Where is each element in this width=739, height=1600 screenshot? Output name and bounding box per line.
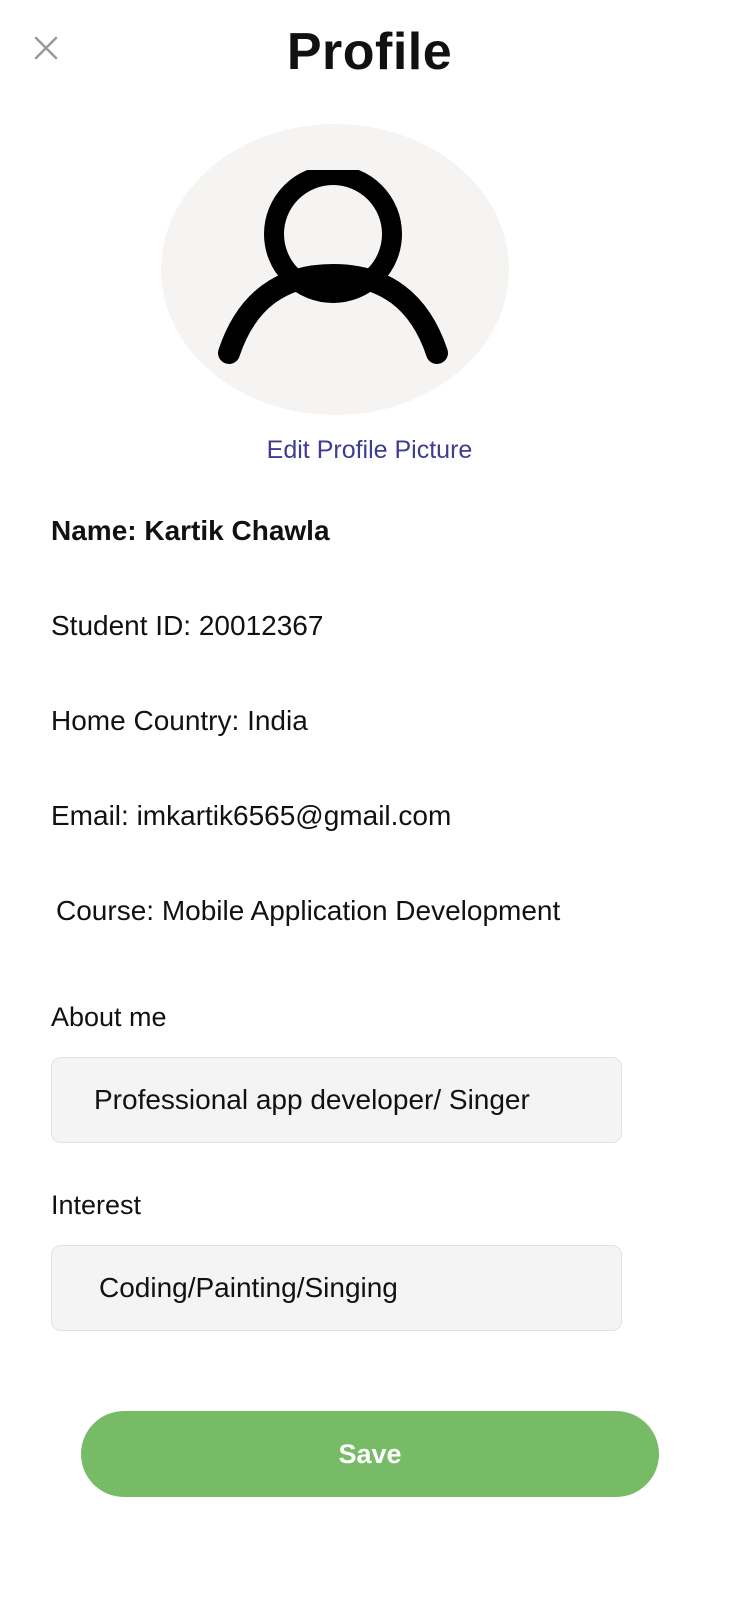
edit-profile-picture-link[interactable]: Edit Profile Picture [0, 436, 739, 465]
avatar[interactable] [161, 124, 509, 415]
course-text: Course: Mobile Application Development [56, 895, 561, 926]
interest-label: Interest [51, 1190, 142, 1220]
save-button[interactable]: Save [81, 1411, 659, 1497]
about-me-input[interactable] [51, 1057, 622, 1143]
about-me-label: About me [51, 1002, 167, 1032]
home-country-text: Home Country: India [51, 705, 308, 736]
user-icon [218, 169, 448, 364]
interest-input[interactable] [51, 1245, 622, 1331]
student-id-text: Student ID: 20012367 [51, 610, 324, 641]
name-text: Name: Kartik Chawla [51, 515, 330, 546]
profile-screen: Profile Edit Profile Picture Name: Karti… [0, 0, 739, 1600]
email-text: Email: imkartik6565@gmail.com [51, 800, 452, 831]
page-title: Profile [286, 23, 453, 81]
